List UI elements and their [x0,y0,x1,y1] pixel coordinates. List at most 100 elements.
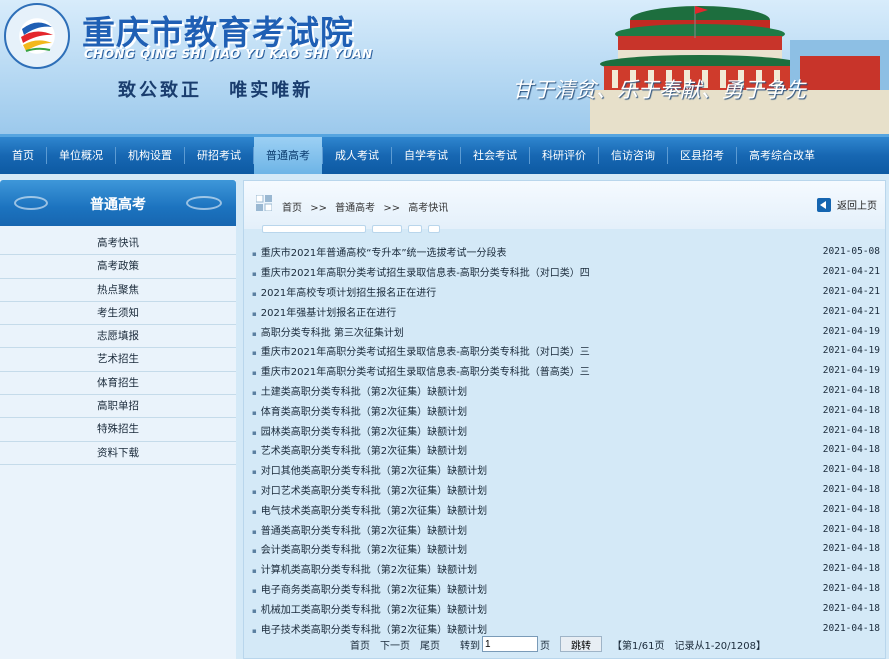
news-date: 2021-04-19 [822,345,880,357]
news-date: 2021-04-18 [822,483,880,495]
nav-item[interactable]: 研招考试 [185,137,253,174]
nav-item[interactable]: 成人考试 [323,137,391,174]
news-row: 重庆市2021年高职分类考试招生录取信息表-高职分类专科批（对口类）三 2021-… [246,341,883,361]
sidebar-header: 普通高考 [0,180,236,226]
news-title-link[interactable]: 高职分类专科批 第三次征集计划 [252,324,404,339]
news-row: 艺术类高职分类专科批（第2次征集）缺额计划 2021-04-18 [246,440,883,460]
nav-item[interactable]: 社会考试 [461,137,529,174]
news-date: 2021-04-18 [822,582,880,594]
nav-item[interactable]: 信访咨询 [599,137,667,174]
news-row: 2021年高校专项计划招生报名正在进行 2021-04-21 [246,282,883,302]
news-title-link[interactable]: 重庆市2021年普通高校“专升本”统一选拔考试一分段表 [252,244,507,259]
news-title-link[interactable]: 土建类高职分类专科批（第2次征集）缺额计划 [252,383,467,398]
motto-left: 致公致正 唯实唯新 [118,80,314,101]
news-title-link[interactable]: 重庆市2021年高职分类考试招生录取信息表-高职分类专科批（普高类）三 [252,363,590,378]
news-title-link[interactable]: 重庆市2021年高职分类考试招生录取信息表-高职分类专科批（对口类）四 [252,264,590,279]
news-date: 2021-04-19 [822,325,880,337]
news-title-link[interactable]: 艺术类高职分类专科批（第2次征集）缺额计划 [252,442,467,457]
news-row: 对口其他类高职分类专科批（第2次征集）缺额计划 2021-04-18 [246,460,883,480]
news-title-link[interactable]: 对口艺术类高职分类专科批（第2次征集）缺额计划 [252,482,487,497]
nav-item[interactable]: 区县招考 [668,137,736,174]
news-title-link[interactable]: 电子商务类高职分类专科批（第2次征集）缺额计划 [252,581,487,596]
pager-page-unit: 页 [540,640,550,652]
news-date: 2021-04-18 [822,503,880,515]
news-row: 重庆市2021年高职分类考试招生录取信息表-高职分类专科批（普高类）三 2021-… [246,361,883,381]
news-date: 2021-04-18 [822,444,880,456]
nav-item[interactable]: 普通高考 [254,137,322,174]
back-label: 返回上页 [837,201,877,212]
nav-item[interactable]: 科研评价 [530,137,598,174]
news-title-link[interactable]: 重庆市2021年高职分类考试招生录取信息表-高职分类专科批（对口类）三 [252,343,590,358]
news-title-link[interactable]: 电子技术类高职分类专科批（第2次征集）缺额计划 [252,621,487,636]
nav-item[interactable]: 首页 [0,137,46,174]
news-date: 2021-04-21 [822,305,880,317]
tab-seg [372,225,402,233]
news-title-link[interactable]: 计算机类高职分类专科批（第2次征集）缺额计划 [252,561,477,576]
sidebar-list: 高考快讯 高考政策 热点聚焦 考生须知 志愿填报 艺术招生 体育招生 高职单招 特殊招生 资料下载 [0,232,236,465]
page-number-input[interactable] [482,636,538,652]
news-row: 土建类高职分类专科批（第2次征集）缺额计划 2021-04-18 [246,381,883,401]
people-hall-building-icon [590,6,889,134]
nav-item[interactable]: 自学考试 [392,137,460,174]
location-grid-icon [256,195,272,211]
news-row: 电气技术类高职分类专科批（第2次征集）缺额计划 2021-04-18 [246,499,883,519]
sidebar: 普通高考 高考快讯 高考政策 热点聚焦 考生须知 志愿填报 艺术招生 体育招生 高职单招 特殊招… [0,180,236,659]
news-title-link[interactable]: 机械加工类高职分类专科批（第2次征集）缺额计划 [252,601,487,616]
news-row: 2021年强基计划报名正在进行 2021-04-21 [246,301,883,321]
sidebar-item[interactable]: 资料下载 [0,442,236,465]
sidebar-title: 普通高考 [90,197,146,213]
jump-button[interactable]: 跳转 [560,636,602,652]
main-nav: 首页 单位概况 机构设置 研招考试 普通高考 成人考试 自学考试 社会考试 科研评价 信访咨询 区县… [0,134,889,174]
breadcrumb-level1[interactable]: 普通高考 [335,203,375,214]
sidebar-item[interactable]: 特殊招生 [0,418,236,442]
breadcrumb-level2[interactable]: 高考快讯 [408,203,448,214]
pager-record-info: 记录从1-20/1208】 [674,640,766,652]
news-date: 2021-04-18 [822,523,880,535]
pager-goto: 转到 页 [460,636,550,652]
back-button[interactable]: 返回上页 [817,197,877,212]
news-date: 2021-04-18 [822,622,880,634]
pager-last-link[interactable]: 尾页 [420,637,440,652]
sidebar-item[interactable]: 高职单招 [0,395,236,419]
pager-first-link[interactable]: 首页 [350,637,370,652]
nav-item[interactable]: 机构设置 [116,137,184,174]
news-title-link[interactable]: 2021年强基计划报名正在进行 [252,304,396,319]
breadcrumb-sep: >> [383,203,401,214]
motto-right: 甘于清贫、乐于奉献、勇于争先 [512,78,806,102]
site-logo[interactable] [4,3,70,69]
news-date: 2021-04-18 [822,602,880,614]
news-row: 体育类高职分类专科批（第2次征集）缺额计划 2021-04-18 [246,400,883,420]
news-title-link[interactable]: 电气技术类高职分类专科批（第2次征集）缺额计划 [252,502,487,517]
tab-strip-decor [262,225,440,233]
nav-list: 首页 单位概况 机构设置 研招考试 普通高考 成人考试 自学考试 社会考试 科研评价 信访咨询 区县… [0,137,889,174]
pager-next-link[interactable]: 下一页 [380,637,410,652]
news-date: 2021-04-18 [822,543,880,555]
breadcrumb-sep: >> [310,203,327,214]
site-pinyin: CHONG QING SHI JIAO YU KAO SHI YUAN [84,47,373,61]
news-title-link[interactable]: 会计类高职分类专科批（第2次征集）缺额计划 [252,541,467,556]
sidebar-item[interactable]: 体育招生 [0,372,236,396]
nav-item[interactable]: 高考综合改革 [737,137,827,174]
sidebar-item[interactable]: 志愿填报 [0,325,236,349]
news-title-link[interactable]: 体育类高职分类专科批（第2次征集）缺额计划 [252,403,467,418]
nav-item[interactable]: 单位概况 [47,137,115,174]
tab-seg [262,225,366,233]
sidebar-item[interactable]: 高考政策 [0,255,236,279]
news-title-link[interactable]: 2021年高校专项计划招生报名正在进行 [252,284,436,299]
pager: 首页 下一页 尾页 转到 页 跳转 【第1/61页 记录从1-20/1208】 [350,636,766,652]
news-title-link[interactable]: 普通类高职分类专科批（第2次征集）缺额计划 [252,522,467,537]
pager-goto-label: 转到 [460,640,480,652]
breadcrumb-bar: 首页 >> 普通高考 >> 高考快讯 返回上页 [244,181,885,229]
news-date: 2021-04-18 [822,424,880,436]
breadcrumb: 首页 >> 普通高考 >> 高考快讯 [282,199,448,214]
sidebar-item[interactable]: 热点聚焦 [0,279,236,302]
sidebar-item[interactable]: 考生须知 [0,302,236,326]
news-list: 重庆市2021年普通高校“专升本”统一选拔考试一分段表2021-05-08重庆市… [246,242,883,638]
sidebar-item[interactable]: 高考快讯 [0,232,236,256]
tab-seg [408,225,422,233]
breadcrumb-home[interactable]: 首页 [282,203,302,214]
news-title-link[interactable]: 对口其他类高职分类专科批（第2次征集）缺额计划 [252,462,487,477]
news-title-link[interactable]: 园林类高职分类专科批（第2次征集）缺额计划 [252,423,467,438]
sidebar-item[interactable]: 艺术招生 [0,348,236,372]
news-date: 2021-04-18 [822,464,880,476]
